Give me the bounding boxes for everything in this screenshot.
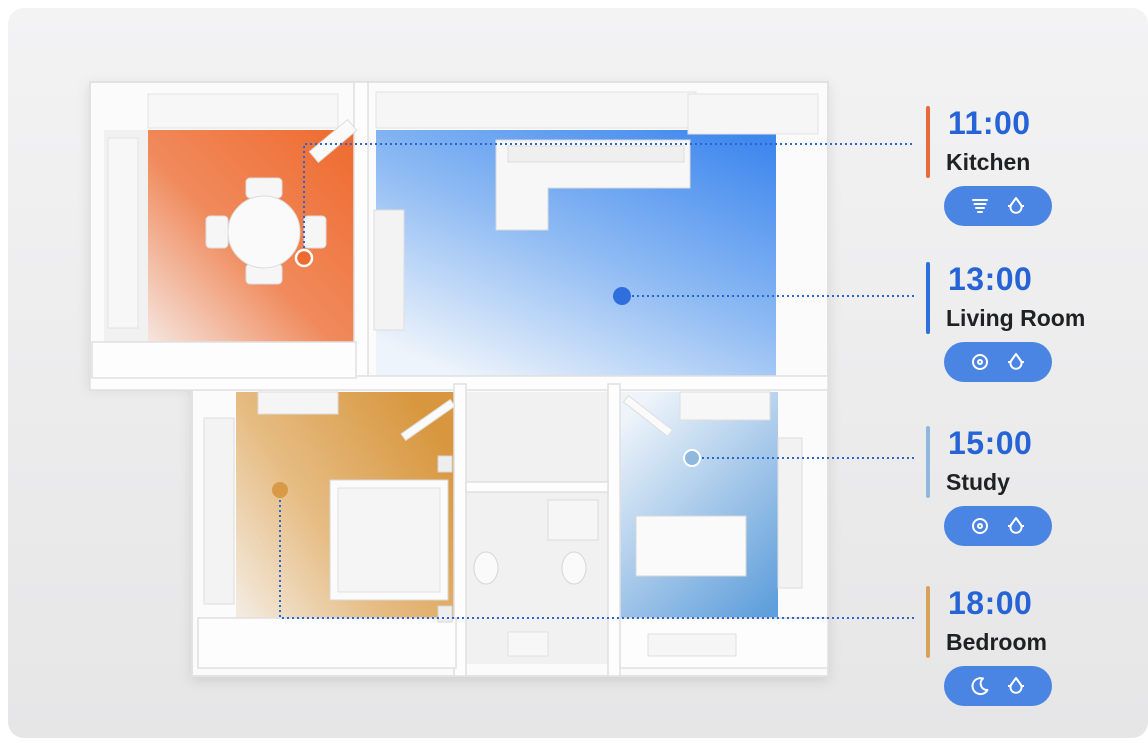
mode-pill[interactable] <box>944 342 1052 382</box>
accent-bar <box>926 262 930 334</box>
water-drop-icon <box>1008 353 1024 370</box>
bedroom-marker <box>272 482 288 498</box>
study-window <box>777 437 803 589</box>
living-cabinet <box>373 209 405 331</box>
water-drop-icon <box>1008 517 1024 534</box>
moon-icon <box>971 677 989 696</box>
schedule-study: 15:00 Study <box>926 424 1126 574</box>
time-label: 11:00 <box>948 105 1031 141</box>
mode-pill[interactable] <box>944 186 1052 226</box>
mode-pill[interactable] <box>944 506 1052 546</box>
bed <box>329 479 449 601</box>
bedroom-shelf <box>257 391 339 415</box>
accent-bar <box>926 586 930 658</box>
nightstand-bottom <box>437 605 453 623</box>
time-label: 13:00 <box>948 261 1033 297</box>
desk <box>635 515 747 577</box>
study-marker <box>683 449 701 467</box>
toilet-1 <box>473 551 499 585</box>
schedule-living-room: 13:00 Living Room <box>926 260 1126 410</box>
living-window-shelf <box>375 91 697 129</box>
room-label: Bedroom <box>946 629 1047 655</box>
nightstand-top <box>437 455 453 473</box>
entry-closet <box>687 93 819 135</box>
kitchen-cabinet <box>147 93 339 129</box>
schedule-kitchen: 11:00 Kitchen <box>926 104 1126 254</box>
swirl-icon <box>972 518 988 534</box>
accent-bar <box>926 426 930 498</box>
study-floor <box>620 392 778 618</box>
bath-mat <box>507 631 549 657</box>
time-label: 18:00 <box>948 585 1033 621</box>
living-marker <box>613 287 631 305</box>
water-drop-icon <box>1008 677 1024 694</box>
time-label: 15:00 <box>948 425 1033 461</box>
wardrobe <box>203 417 235 605</box>
water-drop-icon <box>1008 197 1024 214</box>
kitchen-counter <box>107 137 139 329</box>
toilet-2 <box>561 551 587 585</box>
swirl-icon <box>972 354 988 370</box>
shower <box>547 499 599 541</box>
schedule-bedroom: 18:00 Bedroom <box>926 584 1126 734</box>
accent-bar <box>926 106 930 178</box>
room-label: Living Room <box>946 305 1086 331</box>
study-mat <box>647 633 737 657</box>
room-label: Kitchen <box>946 149 1031 175</box>
tornado-icon <box>972 199 988 213</box>
study-shelf <box>679 391 771 421</box>
kitchen-marker <box>294 248 314 268</box>
floorplan-card: 11:00 Kitchen 13:00 Living Room 15:00 St… <box>8 8 1148 738</box>
room-label: Study <box>946 469 1010 495</box>
mode-pill[interactable] <box>944 666 1052 706</box>
